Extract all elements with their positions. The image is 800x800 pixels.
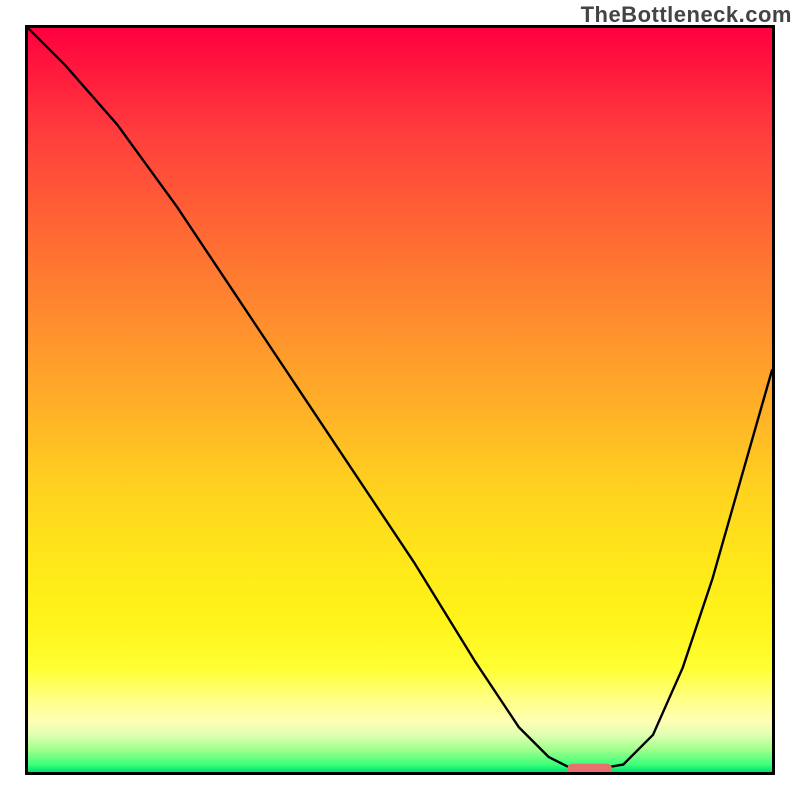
chart-container: TheBottleneck.com [0,0,800,800]
curve-layer [28,28,772,772]
plot-area [25,25,775,775]
optimum-marker [567,764,612,772]
bottleneck-curve [28,28,772,768]
